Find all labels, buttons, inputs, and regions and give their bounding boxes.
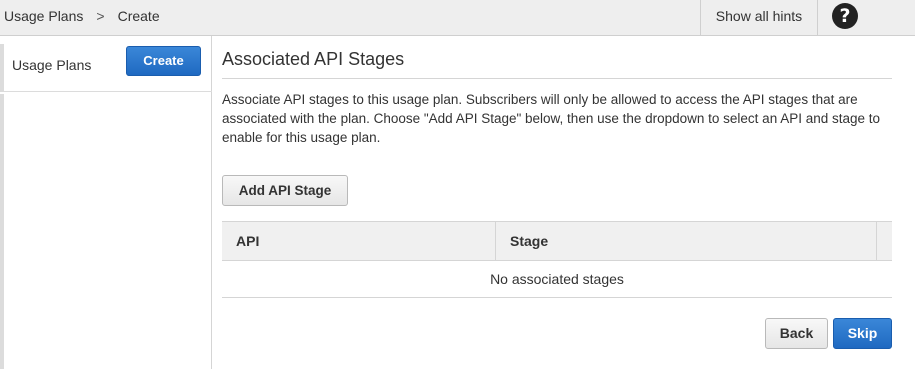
panel-title: Associated API Stages — [222, 49, 405, 69]
sidebar-divider — [0, 94, 4, 369]
panel-description: Associate API stages to this usage plan.… — [222, 92, 881, 145]
column-divider — [876, 222, 877, 260]
add-api-stage-button[interactable]: Add API Stage — [222, 175, 348, 206]
create-button[interactable]: Create — [126, 46, 201, 76]
breadcrumb-separator: > — [96, 8, 105, 24]
column-header-api: API — [236, 233, 260, 249]
table-header: API Stage — [222, 221, 892, 261]
stages-table: API Stage No associated stages — [222, 221, 892, 298]
breadcrumb-item-usage-plans[interactable]: Usage Plans — [4, 0, 83, 32]
back-button[interactable]: Back — [765, 318, 828, 349]
sidebar-header: Usage Plans Create — [0, 44, 212, 92]
top-bar: Usage Plans > Create Show all hints ? — [0, 0, 915, 36]
breadcrumb: Usage Plans > Create — [4, 0, 160, 36]
skip-button[interactable]: Skip — [833, 318, 892, 349]
title-divider — [222, 78, 892, 79]
column-header-stage: Stage — [510, 233, 549, 249]
sidebar: Usage Plans Create — [0, 36, 212, 369]
column-divider — [495, 222, 496, 260]
show-all-hints-button[interactable]: Show all hints — [700, 0, 818, 36]
sidebar-title: Usage Plans — [12, 57, 92, 73]
question-circle-icon[interactable]: ? — [832, 3, 858, 29]
empty-table-message: No associated stages — [222, 261, 892, 298]
breadcrumb-item-create: Create — [117, 8, 160, 24]
